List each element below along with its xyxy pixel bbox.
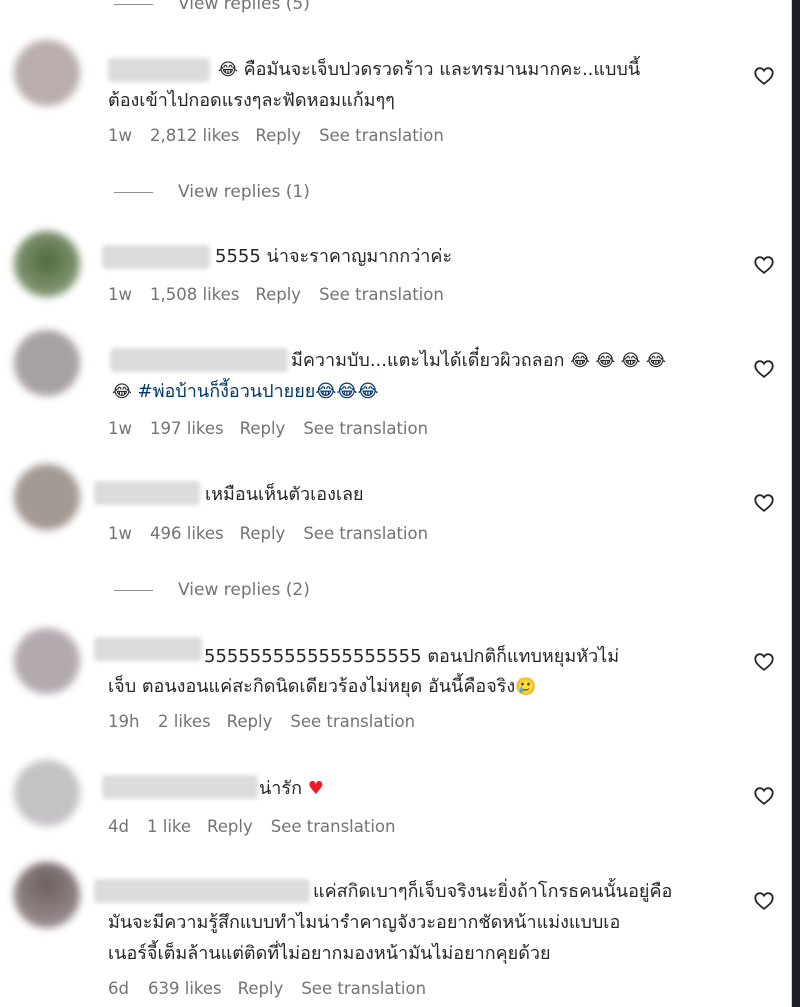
reply-button[interactable]: Reply bbox=[227, 712, 273, 731]
like-heart-icon[interactable] bbox=[753, 358, 775, 380]
view-replies-label: View replies (5) bbox=[178, 0, 310, 14]
comment-text-line-1: น่ารัก ♥ bbox=[259, 778, 324, 799]
view-replies-label: View replies (1) bbox=[178, 182, 310, 202]
hashtag-link[interactable]: #พ่อบ้านก็งี้อวนปายยย😂😂😂 bbox=[138, 381, 379, 402]
username-blurred[interactable] bbox=[94, 481, 200, 505]
avatar[interactable] bbox=[14, 464, 80, 530]
likes-count[interactable]: 639 likes bbox=[148, 979, 222, 998]
comment-text-line-2: 😂 #พ่อบ้านก็งี้อวนปายยย😂😂😂 bbox=[112, 381, 379, 402]
comment-time: 4d bbox=[108, 817, 129, 836]
comment-time: 1w bbox=[108, 419, 132, 438]
comment-time: 6d bbox=[108, 979, 129, 998]
username-blurred[interactable] bbox=[94, 879, 310, 903]
divider-line bbox=[114, 589, 153, 591]
reply-button[interactable]: Reply bbox=[207, 817, 253, 836]
background-edge bbox=[792, 0, 800, 1007]
reply-button[interactable]: Reply bbox=[238, 979, 284, 998]
view-replies-button[interactable]: View replies (5) bbox=[114, 0, 310, 16]
comment-time: 1w bbox=[108, 285, 132, 304]
username-blurred[interactable] bbox=[102, 245, 210, 269]
avatar[interactable] bbox=[14, 40, 80, 106]
comment-text-line-1: เหมือนเห็นตัวเองเลย bbox=[205, 484, 364, 505]
view-replies-button[interactable]: View replies (1) bbox=[114, 180, 310, 204]
avatar[interactable] bbox=[14, 862, 80, 928]
divider-line bbox=[114, 191, 153, 193]
red-heart-icon: ♥ bbox=[307, 778, 324, 799]
comment-text-line-1: แค่สกิดเบาๆก็เจ็บจริงนะยิ่งถ้าโกรธคนนั้น… bbox=[313, 881, 673, 902]
reply-button[interactable]: Reply bbox=[255, 285, 301, 304]
avatar[interactable] bbox=[14, 330, 80, 396]
likes-count[interactable]: 1 like bbox=[147, 817, 191, 836]
view-replies-label: View replies (2) bbox=[178, 580, 310, 600]
likes-count[interactable]: 2,812 likes bbox=[150, 126, 239, 145]
comment-text-line-1: 😂 คือมันจะเจ็บปวดรวดร้าว และทรมานมากคะ..… bbox=[218, 59, 641, 80]
like-heart-icon[interactable] bbox=[753, 65, 775, 87]
username-blurred[interactable] bbox=[102, 775, 258, 799]
see-translation-button[interactable]: See translation bbox=[290, 712, 415, 731]
avatar[interactable] bbox=[14, 628, 80, 694]
like-heart-icon[interactable] bbox=[753, 254, 775, 276]
likes-count[interactable]: 496 likes bbox=[150, 524, 224, 543]
comment-text-line-1: 5555 น่าจะราคาญมากกว่าค่ะ bbox=[215, 246, 453, 267]
see-translation-button[interactable]: See translation bbox=[271, 817, 396, 836]
like-heart-icon[interactable] bbox=[753, 492, 775, 514]
view-replies-button[interactable]: View replies (2) bbox=[114, 578, 310, 602]
see-translation-button[interactable]: See translation bbox=[303, 524, 428, 543]
like-heart-icon[interactable] bbox=[753, 785, 775, 807]
avatar[interactable] bbox=[14, 231, 80, 297]
see-translation-button[interactable]: See translation bbox=[303, 419, 428, 438]
username-blurred[interactable] bbox=[94, 637, 202, 661]
avatar[interactable] bbox=[14, 760, 80, 826]
comment-text-line-1: 5555555555555555555 ตอนปกติก็แทบหยุมหัวไ… bbox=[204, 646, 620, 667]
see-translation-button[interactable]: See translation bbox=[319, 126, 444, 145]
see-translation-button[interactable]: See translation bbox=[301, 979, 426, 998]
username-blurred[interactable] bbox=[108, 58, 210, 82]
comment-text-line-1: มีความบับ...แตะไมได้เดี๋ยวผิวถลอก 😂 😂 😂 … bbox=[291, 350, 666, 371]
divider-line bbox=[114, 3, 153, 5]
reply-button[interactable]: Reply bbox=[255, 126, 301, 145]
comment-time: 19h bbox=[108, 712, 140, 731]
comment-text-line-3: เนอร์จี้เต็มล้านแต่ติดที่ไม่อยากมองหน้าม… bbox=[108, 943, 551, 964]
comment-time: 1w bbox=[108, 524, 132, 543]
like-heart-icon[interactable] bbox=[753, 890, 775, 912]
like-heart-icon[interactable] bbox=[753, 651, 775, 673]
likes-count[interactable]: 1,508 likes bbox=[150, 285, 239, 304]
comment-time: 1w bbox=[108, 126, 132, 145]
reply-button[interactable]: Reply bbox=[240, 524, 286, 543]
comment-text-line-2: เจ็บ ตอนงอนแค่สะกิดนิดเดียวร้องไม่หยุด อ… bbox=[108, 676, 537, 697]
see-translation-button[interactable]: See translation bbox=[319, 285, 444, 304]
comment-text-line-2: มันจะมีความรู้สึกแบบทำไมน่ารำคาญจังวะอยา… bbox=[108, 912, 621, 933]
reply-button[interactable]: Reply bbox=[240, 419, 286, 438]
comment-text-line-2: ต้องเข้าไปกอดแรงๆละฟัดหอมแก้มๆๆ bbox=[108, 90, 395, 111]
username-blurred[interactable] bbox=[110, 348, 288, 372]
likes-count[interactable]: 2 likes bbox=[158, 712, 211, 731]
likes-count[interactable]: 197 likes bbox=[150, 419, 224, 438]
